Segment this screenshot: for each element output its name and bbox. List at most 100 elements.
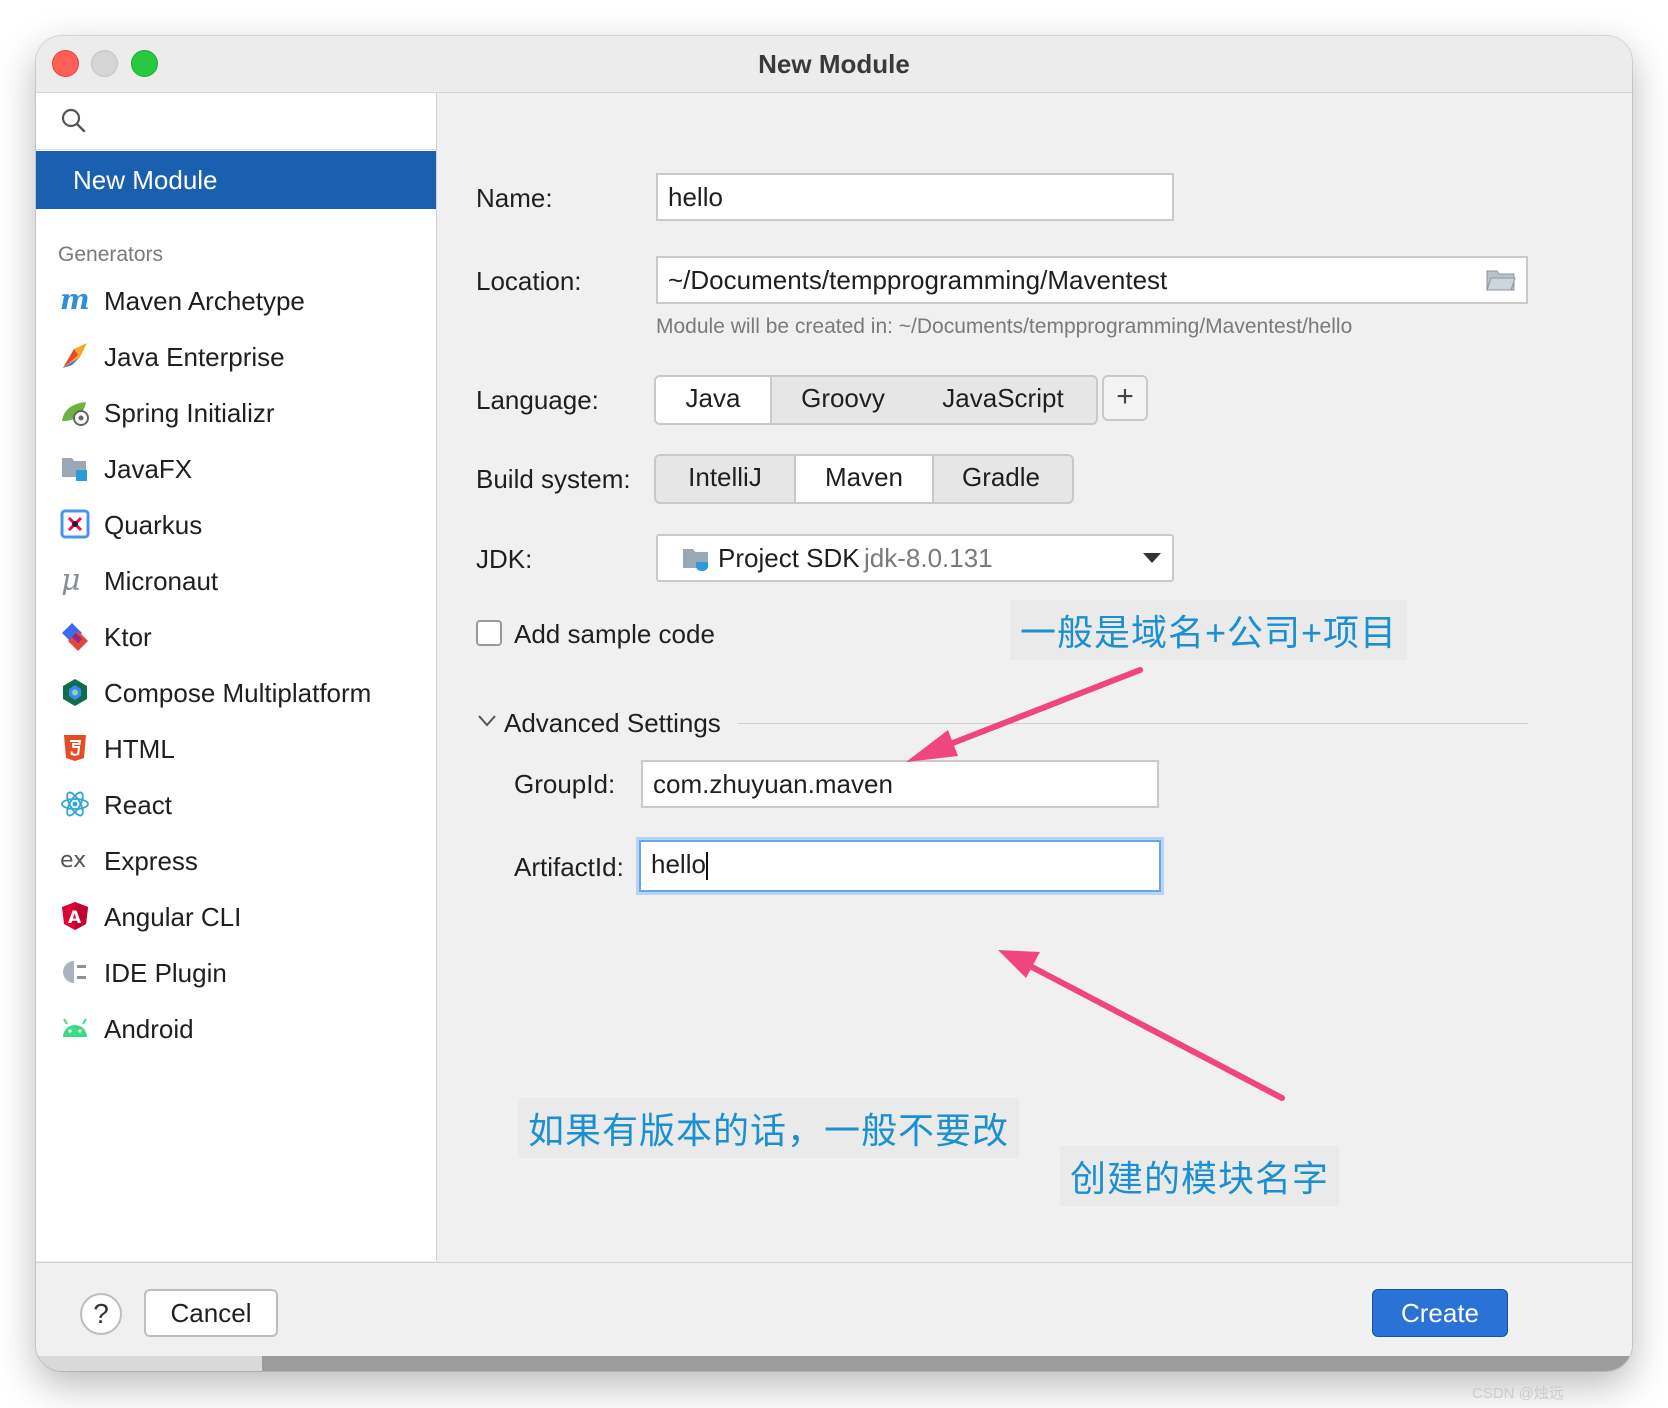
generator-label: Java Enterprise — [104, 342, 285, 372]
build-option-intellij[interactable]: IntelliJ — [656, 456, 794, 502]
location-label: Location: — [476, 266, 582, 296]
react-icon — [61, 791, 89, 817]
plugin-icon — [63, 961, 86, 983]
horizontal-scrollbar-track[interactable] — [36, 1356, 1632, 1371]
groupid-label: GroupId: — [514, 769, 616, 799]
advanced-settings-toggle[interactable]: Advanced Settings — [474, 701, 744, 741]
language-label: Language: — [476, 385, 599, 415]
sidebar-item-express[interactable]: ex Express — [36, 833, 436, 889]
sidebar-item-java-enterprise[interactable]: Java Enterprise — [36, 329, 436, 385]
text-cursor — [705, 852, 708, 881]
build-system-segmented-control: IntelliJ Maven Gradle — [654, 454, 1074, 504]
location-input[interactable]: ~/Documents/tempprogramming/Maventest — [656, 256, 1528, 304]
generator-sidebar: New Module Generators m Maven Archetype … — [36, 93, 437, 1261]
generator-label: HTML — [104, 734, 175, 764]
new-module-dialog: New Module New Module Generators m Maven… — [36, 36, 1632, 1371]
sidebar-item-angular-cli[interactable]: A Angular CLI — [36, 889, 436, 945]
help-button[interactable]: ? — [80, 1293, 122, 1335]
sidebar-item-ktor[interactable]: Ktor — [36, 609, 436, 665]
groupid-input[interactable]: com.zhuyuan.maven — [641, 760, 1159, 808]
jdk-folder-icon — [683, 549, 708, 571]
spring-icon — [62, 402, 89, 426]
android-icon — [63, 1018, 87, 1037]
sidebar-item-compose-multiplatform[interactable]: Compose Multiplatform — [36, 665, 436, 721]
artifactid-input[interactable]: hello — [639, 840, 1161, 892]
angular-icon: A — [62, 902, 88, 930]
chevron-down-icon — [1143, 553, 1161, 563]
html5-icon — [64, 735, 86, 761]
svg-text:ex: ex — [60, 848, 86, 873]
build-option-gradle[interactable]: Gradle — [934, 456, 1068, 502]
sidebar-item-android[interactable]: Android — [36, 1001, 436, 1057]
advanced-settings-title: Advanced Settings — [504, 708, 721, 738]
jdk-dropdown[interactable]: Project SDK jdk-8.0.131 — [656, 534, 1174, 582]
generator-label: React — [104, 790, 172, 820]
ktor-icon — [62, 623, 88, 651]
cancel-button[interactable]: Cancel — [144, 1289, 278, 1337]
jdk-version: jdk-8.0.131 — [864, 543, 993, 573]
browse-folder-icon[interactable] — [1486, 268, 1516, 292]
watermark: CSDN @烛远 — [1472, 1385, 1564, 1402]
advanced-divider — [738, 723, 1528, 724]
sidebar-item-spring-initializr[interactable]: Spring Initializr — [36, 385, 436, 441]
horizontal-scrollbar-thumb[interactable] — [36, 1356, 262, 1371]
generator-label: Angular CLI — [104, 902, 242, 932]
express-icon: ex — [60, 848, 86, 873]
jdk-label: JDK: — [476, 544, 533, 574]
javafx-icon — [62, 458, 87, 481]
name-input[interactable]: hello — [656, 173, 1174, 221]
sample-code-label: Add sample code — [514, 619, 715, 649]
language-option-java[interactable]: Java — [656, 377, 772, 423]
dialog-footer: ? Cancel Create — [36, 1262, 1632, 1371]
location-value: ~/Documents/tempprogramming/Maventest — [668, 265, 1168, 295]
sidebar-item-ide-plugin[interactable]: IDE Plugin — [36, 945, 436, 1001]
sidebar-search-box[interactable] — [36, 93, 436, 150]
jdk-name: Project SDK — [718, 543, 860, 573]
generator-label: IDE Plugin — [104, 958, 227, 988]
artifactid-value: hello — [651, 849, 706, 879]
svg-text:μ: μ — [61, 565, 81, 595]
create-button[interactable]: Create — [1372, 1289, 1508, 1337]
language-option-javascript[interactable]: JavaScript — [914, 377, 1092, 423]
sidebar-item-javafx[interactable]: JavaFX — [36, 441, 436, 497]
sidebar-item-react[interactable]: React — [36, 777, 436, 833]
module-settings-panel: Name: hello Location: ~/Documents/temppr… — [438, 93, 1632, 1261]
sidebar-item-micronaut[interactable]: μ Micronaut — [36, 553, 436, 609]
language-segmented-control: Java Groovy JavaScript — [654, 375, 1098, 425]
generator-label: Spring Initializr — [104, 398, 275, 428]
version-annotation: 如果有版本的话，一般不要改 — [518, 1098, 1020, 1158]
micronaut-icon: μ — [61, 565, 81, 595]
generator-list: m Maven Archetype Java Enterprise Spring… — [36, 273, 436, 1057]
build-option-maven[interactable]: Maven — [794, 456, 934, 502]
generator-label: Quarkus — [104, 510, 203, 540]
language-option-groovy[interactable]: Groovy — [772, 377, 914, 423]
generator-label: Micronaut — [104, 566, 219, 596]
compose-icon — [63, 679, 87, 706]
sidebar-item-quarkus[interactable]: Quarkus — [36, 497, 436, 553]
generator-label: JavaFX — [104, 454, 193, 484]
svg-text:m: m — [60, 285, 90, 315]
artifactid-label: ArtifactId: — [514, 852, 624, 882]
svg-text:A: A — [68, 908, 82, 928]
sample-code-checkbox[interactable] — [476, 620, 502, 646]
java-enterprise-icon — [63, 343, 87, 368]
location-hint: Module will be created in: ~/Documents/t… — [656, 315, 1353, 338]
generator-label: Express — [104, 846, 198, 876]
generator-label: Android — [104, 1014, 194, 1044]
quarkus-icon — [60, 509, 90, 539]
sidebar-item-new-module[interactable]: New Module — [36, 151, 436, 209]
search-icon — [61, 108, 86, 133]
title-bar: New Module — [36, 36, 1632, 93]
sidebar-item-html[interactable]: HTML — [36, 721, 436, 777]
window-title: New Module — [758, 49, 910, 79]
sidebar-item-maven-archetype[interactable]: m Maven Archetype — [36, 273, 436, 329]
generator-label: Maven Archetype — [104, 286, 305, 316]
generator-label: Ktor — [104, 622, 152, 652]
generators-section-title: Generators — [58, 243, 164, 266]
maven-icon: m — [60, 285, 90, 315]
chevron-down-icon — [478, 715, 496, 727]
generator-label: Compose Multiplatform — [104, 678, 372, 708]
name-label: Name: — [476, 183, 553, 213]
add-language-button[interactable]: + — [1102, 375, 1148, 421]
build-system-label: Build system: — [476, 464, 631, 494]
